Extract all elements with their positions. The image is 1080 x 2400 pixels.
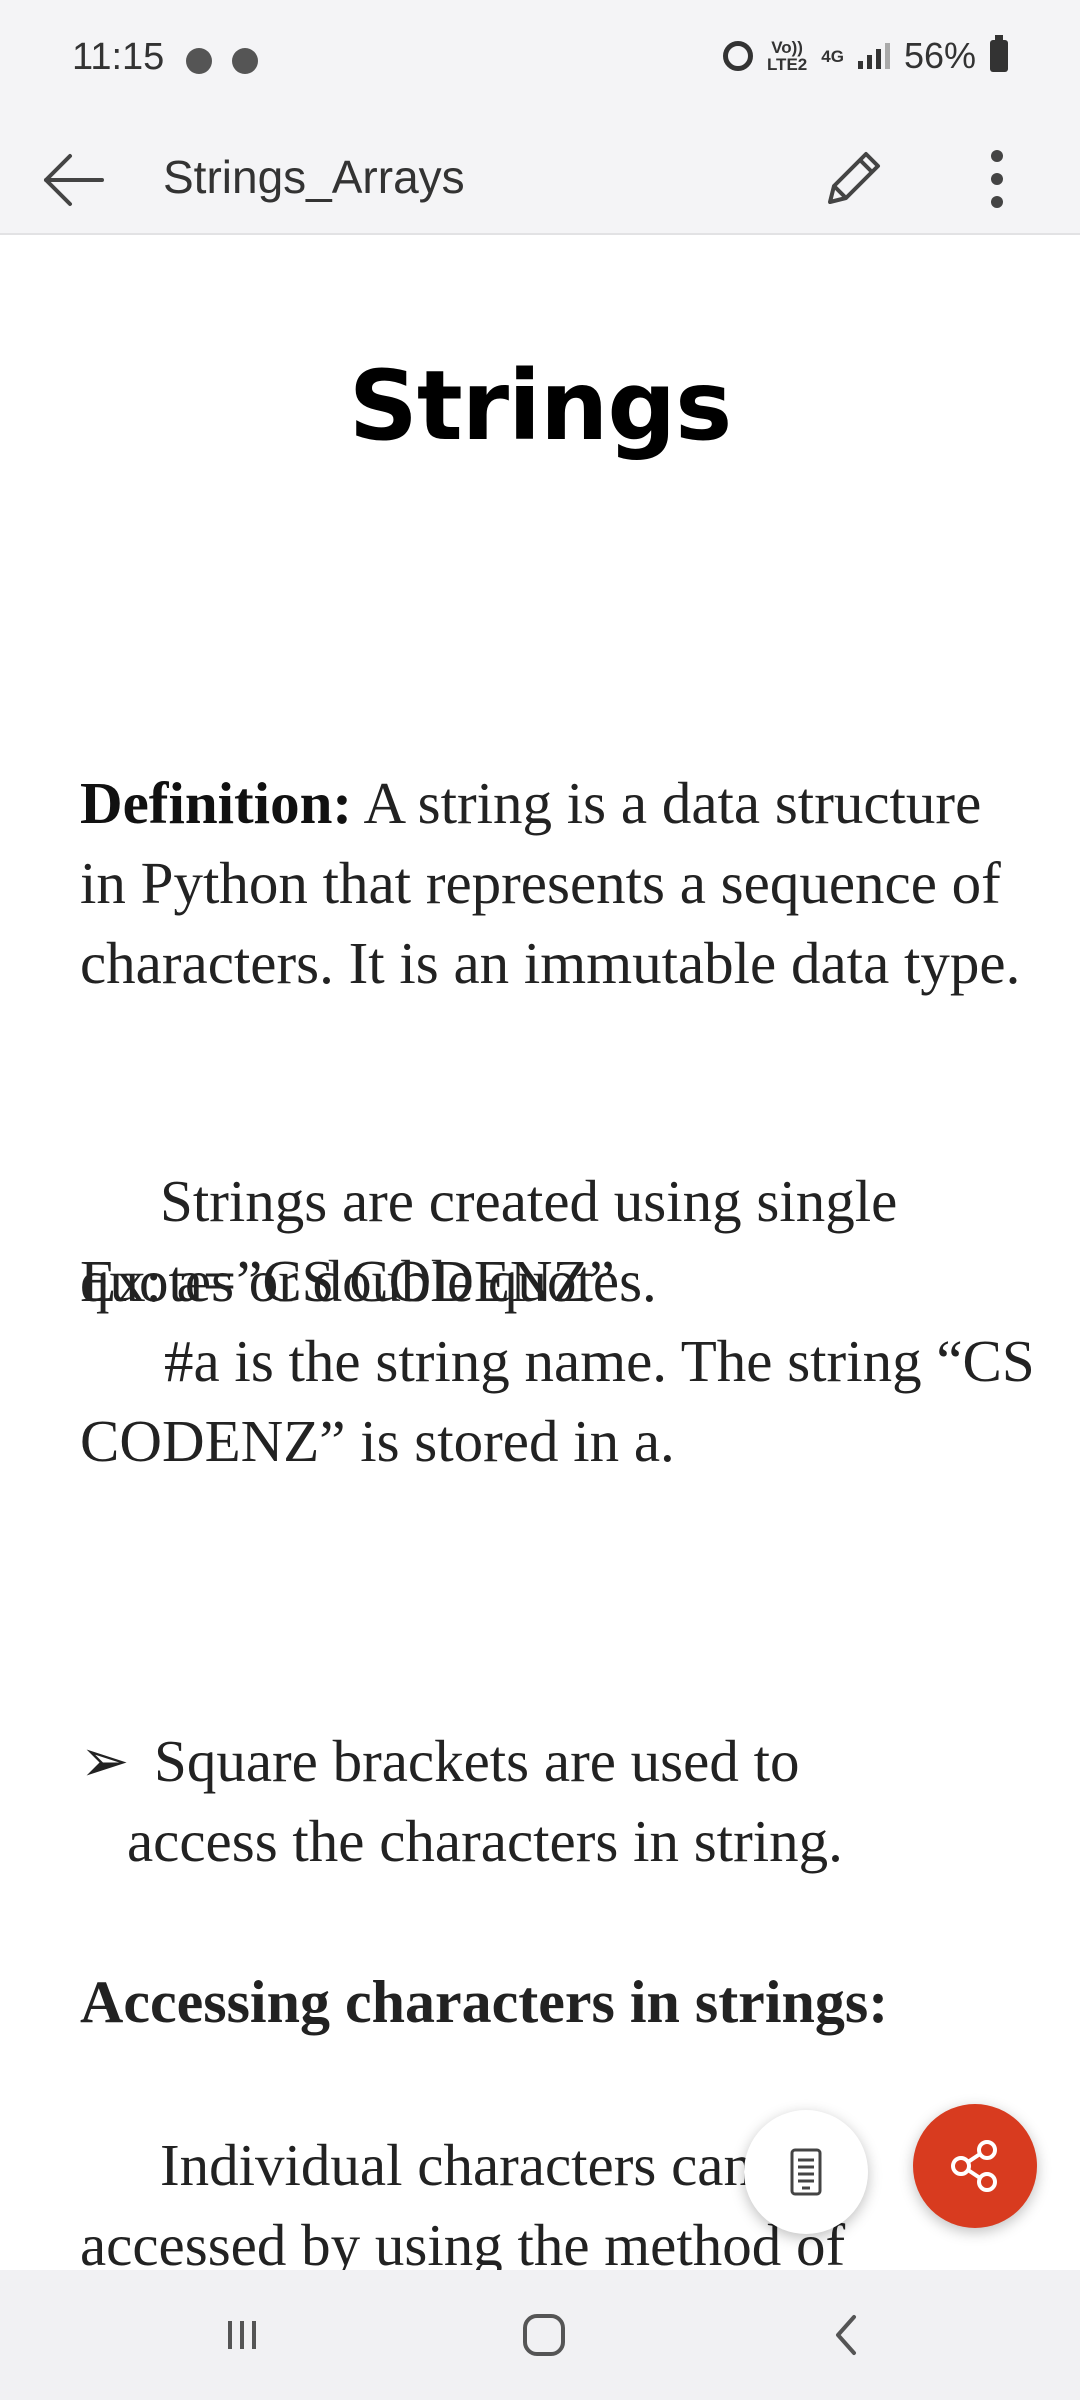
- status-bar: 11:15 Vo)) LTE2 4G 56%: [0, 0, 1080, 120]
- share-icon: [951, 2140, 997, 2192]
- notification-icon: [186, 48, 212, 74]
- bullet-text-line2: access the characters in string.: [127, 1808, 843, 1874]
- reading-mode-icon: [790, 2148, 822, 2196]
- document-view[interactable]: Strings Definition: A string is a data s…: [0, 235, 1080, 2270]
- bullet-text-line1: Square brackets are used to: [154, 1728, 800, 1794]
- document-heading: Strings: [348, 350, 732, 462]
- back-button[interactable]: [30, 138, 114, 222]
- more-options-button[interactable]: [962, 134, 1032, 224]
- arrow-left-icon: [44, 154, 104, 206]
- battery-icon: [990, 35, 1008, 72]
- signal-icon: [857, 43, 890, 69]
- network-type-indicator: 4G: [821, 46, 844, 66]
- share-button[interactable]: [913, 2104, 1037, 2228]
- home-button[interactable]: [494, 2295, 594, 2375]
- app-bar: Strings_Arrays: [0, 120, 1080, 235]
- navigation-bar: [0, 2270, 1080, 2400]
- bullet-item: ➢ Square brackets are used to access the…: [80, 1721, 1040, 1881]
- more-vertical-icon: [991, 150, 1003, 208]
- nav-back-button[interactable]: [796, 2295, 896, 2375]
- status-time: 11:15: [72, 36, 165, 78]
- recents-icon: [228, 2321, 256, 2349]
- recents-button[interactable]: [192, 2295, 292, 2375]
- nav-back-icon: [836, 2315, 856, 2355]
- section-heading: Accessing characters in strings:: [80, 1969, 889, 2035]
- document-title: Strings_Arrays: [163, 151, 465, 203]
- alarm-icon: [722, 41, 753, 71]
- edit-button[interactable]: [808, 134, 898, 224]
- notification-icon: [232, 48, 258, 74]
- home-icon: [523, 2314, 565, 2356]
- status-indicators: Vo)) LTE2 4G 56%: [722, 34, 1008, 78]
- pencil-icon: [828, 152, 880, 204]
- explanation-paragraph: #a is the string name. The string “CS CO…: [80, 1328, 1035, 1474]
- definition-label: Definition:: [80, 770, 353, 836]
- volte-indicator: Vo)) LTE2: [766, 38, 808, 74]
- battery-percent: 56%: [903, 35, 976, 76]
- bullet-arrow-icon: ➢: [80, 1728, 130, 1794]
- definition-paragraph: Definition: A string is a data structure…: [80, 763, 1040, 1003]
- individual-paragraph: Individual characters can be accessed by…: [80, 2132, 846, 2270]
- reading-mode-button[interactable]: [744, 2110, 868, 2234]
- example-paragraph: Ex: a=”CS CODENZ”: [80, 1248, 615, 1314]
